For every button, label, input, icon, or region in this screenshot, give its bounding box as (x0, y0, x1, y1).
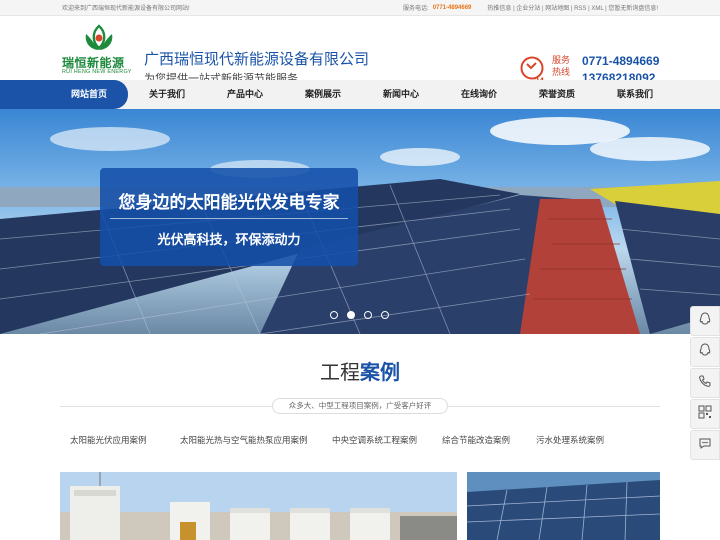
nav-item-1[interactable]: 关于我们 (128, 80, 206, 109)
sidebar-button-1[interactable] (690, 337, 720, 367)
case-tab-1[interactable]: 太阳能光热与空气能热泵应用案例 (170, 434, 322, 446)
banner-title: 您身边的太阳能光伏发电专家 (118, 193, 340, 212)
banner-subtitle: 光伏高科技，环保添动力 (157, 232, 301, 247)
top-bar-right: 服务电话: 0771-4894669 热推信息 | 企业分站 | 网站地图 | … (403, 3, 658, 13)
banner-dot-1[interactable] (330, 311, 338, 319)
banner-dot-3[interactable] (364, 311, 372, 319)
service-phone: 0771-4894669 (432, 4, 472, 11)
qrcode-icon (698, 405, 712, 424)
nav-item-5[interactable]: 在线询价 (440, 80, 518, 109)
case-image-1[interactable] (60, 472, 457, 540)
banner-pagination (330, 311, 389, 319)
banner-dot-4[interactable] (381, 311, 389, 319)
top-bar: 欢迎来到广西瑞恒现代新能源设备有限公司网站! 服务电话: 0771-489466… (0, 0, 720, 16)
case-tab-0[interactable]: 太阳能光伏应用案例 (60, 434, 170, 446)
banner-dot-2[interactable] (347, 311, 355, 319)
welcome-text: 欢迎来到广西瑞恒现代新能源设备有限公司网站! (62, 6, 190, 12)
banner-divider (110, 218, 348, 219)
site-logo[interactable]: 瑞恒新能源 RUI HENG NEW ENERGY (62, 24, 134, 84)
hero-banner: 您身边的太阳能光伏发电专家 光伏高科技，环保添动力 (0, 109, 720, 334)
sidebar-button-0[interactable] (690, 306, 720, 336)
nav-item-6[interactable]: 荣誉资质 (518, 80, 596, 109)
case-tab-2[interactable]: 中央空调系统工程案例 (322, 434, 432, 446)
sidebar-button-3[interactable] (690, 399, 720, 429)
section-title-part2: 案例 (360, 362, 400, 384)
hotline-label: 服务热线 (552, 55, 571, 77)
top-links[interactable]: 热推信息 | 企业分站 | 网站地图 | RSS | XML | 您暂无新询盘信… (487, 3, 658, 12)
sidebar-button-4[interactable] (690, 430, 720, 460)
section-title-part1: 工程 (320, 362, 360, 384)
case-gallery (60, 472, 660, 540)
case-image-2[interactable] (467, 472, 660, 540)
nav-item-7[interactable]: 联系我们 (596, 80, 674, 109)
floating-sidebar (690, 306, 720, 461)
case-tab-4[interactable]: 污水处理系统案例 (526, 434, 626, 446)
case-tabs: 太阳能光伏应用案例 太阳能光热与空气能热泵应用案例 中央空调系统工程案例 综合节能改造… (60, 434, 660, 446)
lotus-logo-icon (85, 24, 113, 50)
qq-icon (698, 311, 712, 331)
section-title: 工程案例 (0, 356, 720, 385)
case-image-2-art (467, 472, 660, 540)
logo-subtext: RUI HENG NEW ENERGY (62, 69, 132, 75)
case-image-1-art (60, 472, 457, 540)
banner-caption-box: 您身边的太阳能光伏发电专家 光伏高科技，环保添动力 (100, 168, 358, 266)
nav-item-0[interactable]: 网站首页 (50, 80, 128, 109)
service-label: 服务电话: (403, 6, 429, 12)
nav-item-2[interactable]: 产品中心 (206, 80, 284, 109)
section-subtitle: 众多大、中型工程项目案例，广受客户好评 (272, 398, 448, 414)
phone-icon (698, 374, 712, 393)
nav-item-3[interactable]: 案例展示 (284, 80, 362, 109)
nav-list: 网站首页 关于我们 产品中心 案例展示 新闻中心 在线询价 荣誉资质 联系我们 (50, 80, 674, 109)
header: 瑞恒新能源 RUI HENG NEW ENERGY 广西瑞恒现代新能源设备有限公… (0, 16, 720, 86)
sidebar-button-2[interactable] (690, 368, 720, 398)
hotline-phone-1: 0771-4894669 (582, 54, 660, 68)
qq-icon (698, 342, 712, 362)
nav-item-4[interactable]: 新闻中心 (362, 80, 440, 109)
chat-icon (698, 436, 712, 455)
company-name: 广西瑞恒现代新能源设备有限公司 (144, 51, 370, 68)
main-nav: 网站首页 关于我们 产品中心 案例展示 新闻中心 在线询价 荣誉资质 联系我们 (0, 80, 720, 109)
case-tab-3[interactable]: 综合节能改造案例 (432, 434, 526, 446)
